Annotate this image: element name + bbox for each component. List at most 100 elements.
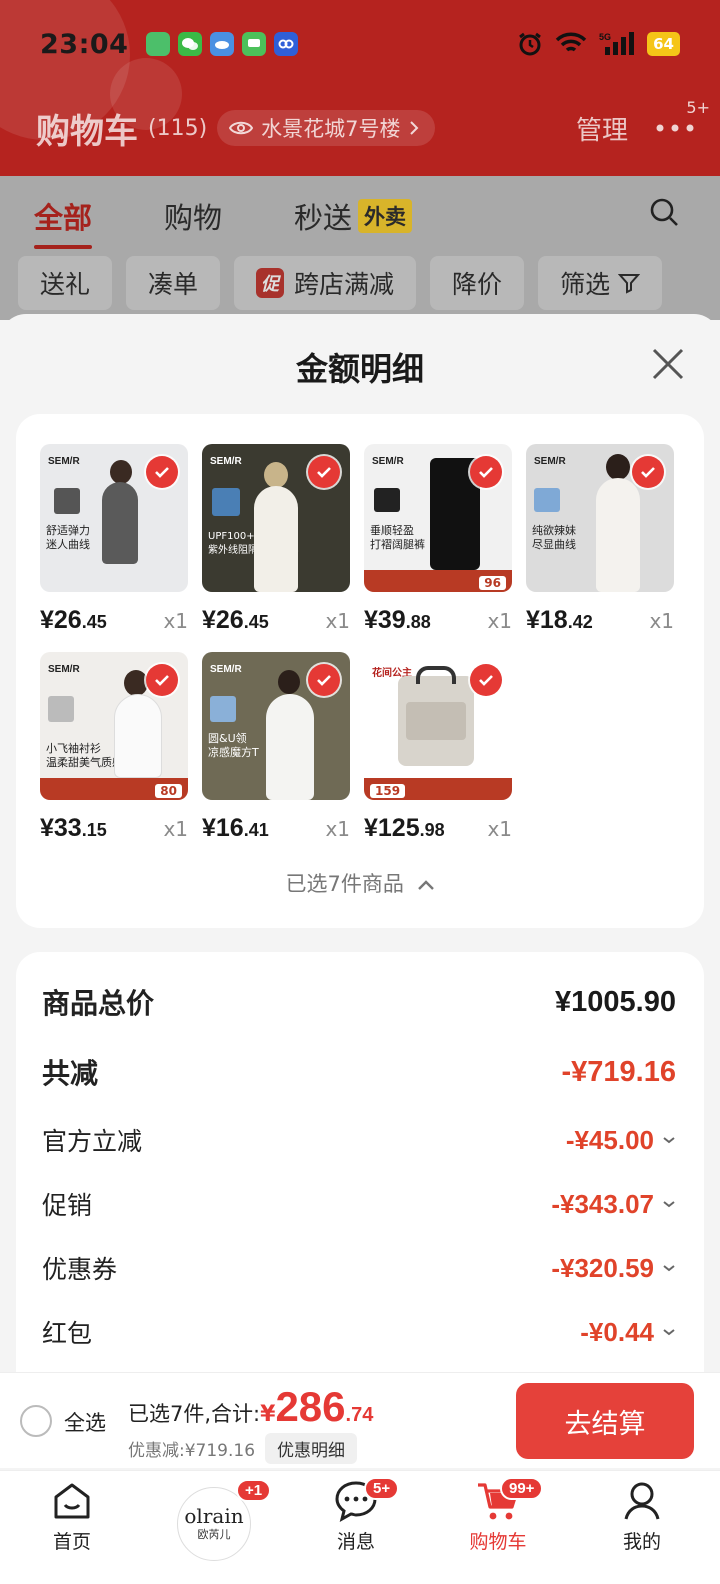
chevron-up-icon — [417, 880, 434, 890]
checked-icon[interactable] — [308, 664, 340, 696]
fabric-swatch — [48, 696, 74, 722]
chevron-down-icon — [663, 1265, 675, 1272]
nav-me[interactable]: 我的 — [582, 1479, 702, 1579]
model-head — [278, 670, 300, 694]
filter-chips: 送礼 凑单 促 跨店满减 降价 筛选 — [18, 256, 720, 312]
discount-detail-button[interactable]: 优惠明细 — [265, 1433, 358, 1464]
discount-label: 优惠券 — [42, 1255, 118, 1284]
tab-instant-delivery[interactable]: 秒送 外卖 — [294, 195, 413, 237]
system-icons: 5G 64 — [517, 31, 680, 57]
header-title-row: 购物车 (115) 水景花城7号楼 管理 5+ — [36, 98, 710, 152]
user-icon — [624, 1482, 660, 1520]
promo-band-price: 96 — [479, 576, 506, 590]
price-summary-card: 商品总价 ¥1005.90 共减 -¥719.16 官方立减 -¥45.00 促… — [16, 952, 704, 1374]
price-line: ¥26.45 x1 — [40, 606, 188, 635]
status-time: 23:04 — [40, 28, 129, 60]
discount-row-coupon[interactable]: 优惠券 -¥320.59 — [42, 1250, 676, 1286]
nav-cart-label: 购物车 — [469, 1531, 527, 1553]
checked-icon[interactable] — [146, 664, 178, 696]
product-quantity: x1 — [325, 609, 350, 633]
more-menu-button[interactable]: 5+ — [654, 98, 710, 146]
weather-icon — [210, 32, 235, 56]
product-item[interactable]: SEM/R 垂顺轻盈 打褶阔腿裤 96 ¥39.88 x1 — [364, 444, 512, 635]
address-selector[interactable]: 水景花城7号楼 — [217, 110, 435, 146]
brand-logo: SEM/R — [48, 664, 80, 675]
product-price: ¥125.98 — [364, 814, 445, 842]
product-item[interactable]: SEM/R 圆&U领 凉感魔方T ¥16.41 x1 — [202, 652, 350, 843]
selected-count-toggle[interactable]: 已选7件商品 — [16, 868, 704, 898]
cart-count: (115) — [148, 115, 208, 141]
chevron-down-icon — [663, 1137, 675, 1144]
discount-row-official[interactable]: 官方立减 -¥45.00 — [42, 1122, 676, 1158]
filter-label: 筛选 — [560, 270, 611, 299]
tab-instant-delivery-label: 秒送 — [294, 201, 353, 235]
address-text: 水景花城7号楼 — [261, 117, 401, 141]
discount-row-promotion[interactable]: 促销 -¥343.07 — [42, 1186, 676, 1222]
product-item[interactable]: SEM/R 小飞袖衬衫 温柔甜美气质感 80 ¥33.15 x1 — [40, 652, 188, 843]
close-icon — [652, 348, 684, 380]
checked-icon[interactable] — [632, 456, 664, 488]
price-line: ¥26.45 x1 — [202, 606, 350, 635]
battery-indicator: 64 — [647, 32, 680, 56]
discount-row-red-packet[interactable]: 红包 -¥0.44 — [42, 1314, 676, 1350]
selected-total-label: 已选7件,合计: — [128, 1402, 261, 1426]
product-item[interactable]: SEM/R 纯欲辣妹 尽显曲线 ¥18.42 x1 — [526, 444, 674, 635]
filter-gift[interactable]: 送礼 — [18, 256, 113, 310]
brand-logo: SEM/R — [534, 456, 566, 467]
bag-pocket — [406, 702, 466, 740]
page-title: 购物车 — [36, 111, 138, 152]
product-price: ¥18.42 — [526, 606, 593, 634]
product-item[interactable]: SEM/R UPF100+紫外线阻隔率>98% ¥26.45 x1 — [202, 444, 350, 635]
brand-logo: SEM/R — [210, 456, 242, 467]
nav-cart[interactable]: 购物车 99+ — [438, 1477, 558, 1579]
discount-value: -¥343.07 — [551, 1188, 654, 1219]
product-image: SEM/R 纯欲辣妹 尽显曲线 — [526, 444, 674, 592]
product-item[interactable]: SEM/R 舒适弹力 迷人曲线 ¥26.45 x1 — [40, 444, 188, 635]
brand-logo: SEM/R — [210, 664, 242, 675]
filter-combine[interactable]: 凑单 — [126, 256, 221, 310]
manage-button[interactable]: 管理 — [576, 110, 628, 147]
filter-cross-store-label: 跨店满减 — [294, 270, 395, 299]
tab-all[interactable]: 全部 — [34, 195, 93, 249]
checked-icon[interactable] — [308, 456, 340, 488]
nav-messages[interactable]: 消息 5+ — [296, 1477, 416, 1579]
select-all-label[interactable]: 全选 — [64, 1407, 106, 1437]
search-button[interactable] — [648, 196, 680, 232]
nav-home[interactable]: 首页 — [12, 1479, 132, 1579]
checked-icon[interactable] — [470, 456, 502, 488]
brand-logo: SEM/R — [372, 456, 404, 467]
eye-icon — [229, 121, 254, 135]
nav-home-label: 首页 — [52, 1531, 91, 1553]
product-price: ¥26.45 — [202, 606, 269, 634]
filter-price-drop[interactable]: 降价 — [430, 256, 525, 310]
status-bar: 23:04 5G 64 — [0, 22, 720, 66]
cart-badge: 99+ — [500, 1477, 544, 1500]
product-image: 花间公主 159 — [364, 652, 512, 800]
filter-button[interactable]: 筛选 — [538, 256, 663, 310]
selected-products-card: SEM/R 舒适弹力迷人曲线 ¥26.45 x1 SEM/R UPF100+紫外… — [16, 414, 704, 928]
discount-value: -¥0.44 — [580, 1316, 654, 1347]
price-line: ¥16.41 x1 — [202, 814, 350, 843]
fabric-swatch — [54, 488, 80, 514]
model-figure — [596, 478, 640, 592]
chevron-right-icon — [409, 121, 418, 135]
checked-icon[interactable] — [470, 664, 502, 696]
tab-shopping[interactable]: 购物 — [164, 195, 222, 237]
close-button[interactable] — [650, 346, 686, 382]
filter-cross-store[interactable]: 促 跨店满减 — [234, 256, 417, 310]
more-dots-icon — [656, 124, 694, 132]
checked-icon[interactable] — [146, 456, 178, 488]
product-image: SEM/R UPF100+紫外线阻隔率>98% — [202, 444, 350, 592]
promo-band-price: 159 — [370, 784, 406, 798]
select-all-radio[interactable] — [20, 1405, 52, 1437]
app-icon — [274, 32, 299, 56]
discount-label: 红包 — [42, 1319, 93, 1348]
product-image: SEM/R 圆&U领 凉感魔方T — [202, 652, 350, 800]
model-head — [606, 454, 630, 480]
nav-brand-ad[interactable]: olrain 欧芮儿 +1 — [154, 1479, 274, 1579]
currency-symbol: ¥ — [260, 1402, 276, 1427]
checkout-button[interactable]: 去结算 — [516, 1383, 694, 1459]
bag-handle — [416, 666, 456, 684]
product-item[interactable]: 花间公主 159 ¥125.98 x1 — [364, 652, 512, 843]
brand-logo: SEM/R — [48, 456, 80, 467]
